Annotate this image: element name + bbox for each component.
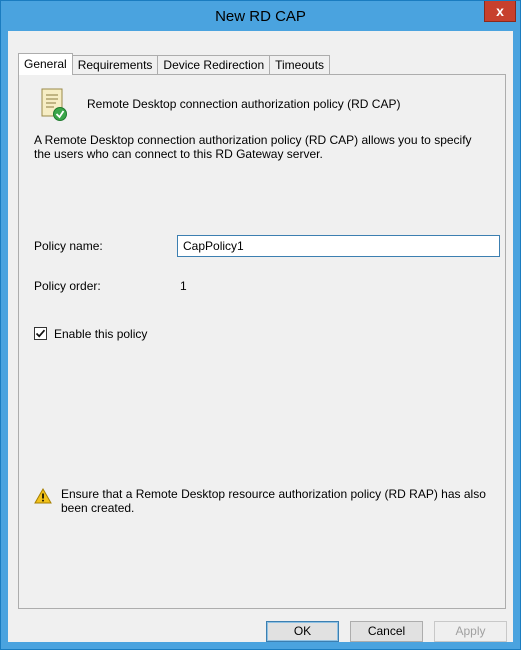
tab-strip: General Requirements Device Redirection … bbox=[18, 53, 331, 75]
enable-policy-label[interactable]: Enable this policy bbox=[54, 327, 147, 341]
apply-button[interactable]: Apply bbox=[434, 621, 507, 642]
tab-device-redirection[interactable]: Device Redirection bbox=[157, 55, 271, 74]
tab-general[interactable]: General bbox=[18, 53, 73, 75]
rap-warning-text: Ensure that a Remote Desktop resource au… bbox=[61, 487, 486, 515]
policy-name-label: Policy name: bbox=[34, 239, 103, 253]
enable-policy-checkbox[interactable] bbox=[34, 327, 47, 340]
cancel-button[interactable]: Cancel bbox=[350, 621, 423, 642]
policy-order-label: Policy order: bbox=[34, 279, 101, 293]
policy-document-check-icon bbox=[41, 88, 67, 121]
policy-header-title: Remote Desktop connection authorization … bbox=[87, 97, 401, 111]
checkmark-icon bbox=[35, 329, 46, 338]
window-title: New RD CAP bbox=[215, 8, 306, 25]
close-button[interactable]: x bbox=[484, 1, 516, 22]
policy-name-input[interactable] bbox=[177, 235, 500, 257]
policy-description: A Remote Desktop connection authorizatio… bbox=[34, 133, 472, 161]
title-bar[interactable]: New RD CAP x bbox=[1, 1, 520, 31]
dialog-window: New RD CAP x General Requirements Device… bbox=[0, 0, 521, 650]
tab-requirements[interactable]: Requirements bbox=[71, 55, 159, 74]
general-tab-panel: Remote Desktop connection authorization … bbox=[18, 74, 506, 609]
policy-order-value: 1 bbox=[180, 279, 187, 293]
dialog-client-area: General Requirements Device Redirection … bbox=[8, 31, 513, 642]
warning-icon bbox=[34, 488, 52, 504]
ok-button[interactable]: OK bbox=[266, 621, 339, 642]
tab-timeouts[interactable]: Timeouts bbox=[269, 55, 331, 74]
